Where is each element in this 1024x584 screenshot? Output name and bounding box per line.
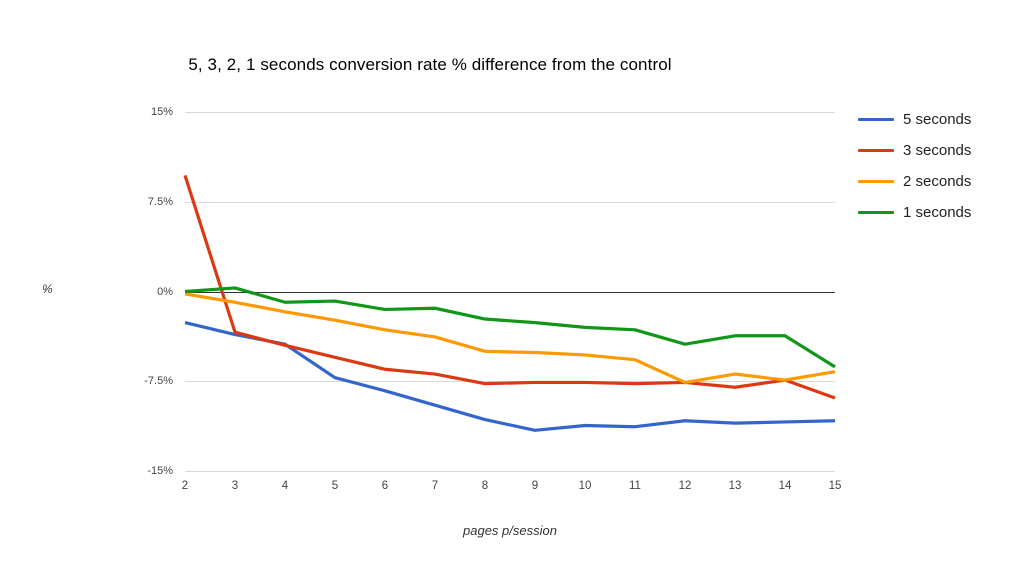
plot-area: 15% 7.5% 0% -7.5% -15% 2 3 4 5 6 7 8 9 10 11 12 13 14 15	[144, 106, 841, 492]
y-axis-tick-label: 0%	[157, 285, 173, 298]
legend-item-label: 1 seconds	[903, 204, 972, 221]
chart-legend: 5 seconds 3 seconds 2 seconds 1 seconds	[858, 104, 1024, 228]
series-line	[184, 321, 836, 432]
y-axis-tick-label: 7.5%	[147, 195, 173, 208]
x-axis-tick-label: 7	[431, 480, 439, 492]
legend-color-swatch-icon	[858, 117, 894, 122]
series-line	[183, 174, 836, 400]
legend-color-swatch-icon	[858, 148, 894, 153]
legend-color-swatch-icon	[858, 210, 894, 215]
x-axis-tick-label: 4	[281, 480, 289, 492]
x-axis-tick-label: 14	[778, 480, 792, 492]
x-axis-tick-label: 5	[331, 480, 339, 492]
legend-item-label: 5 seconds	[903, 111, 972, 128]
x-axis-label: pages p/session	[463, 523, 557, 538]
legend-item[interactable]: 1 seconds	[858, 197, 1024, 228]
chart-title: 5, 3, 2, 1 seconds conversion rate % dif…	[188, 55, 672, 74]
y-axis-tick-label: -15%	[147, 465, 173, 477]
x-axis-tick-label: 9	[531, 480, 539, 492]
x-axis-tick-label: 6	[381, 480, 389, 492]
y-axis-tick-label: 15%	[150, 106, 173, 118]
series-line	[184, 292, 836, 385]
gridline	[185, 471, 835, 472]
x-axis-tick-label: 3	[231, 480, 239, 492]
x-axis-tick-label: 8	[481, 480, 489, 492]
y-axis-label: %	[42, 282, 53, 296]
series-lines	[183, 174, 836, 432]
x-axis-tick-label: 10	[578, 480, 592, 492]
chart-container: 5, 3, 2, 1 seconds conversion rate % dif…	[0, 0, 1024, 584]
x-axis-tick-label: 13	[728, 480, 742, 492]
legend-item[interactable]: 2 seconds	[858, 166, 1024, 197]
x-axis-tick-label: 15	[828, 480, 842, 492]
x-axis-tick-label: 11	[629, 480, 641, 492]
legend-item[interactable]: 3 seconds	[858, 135, 1024, 166]
legend-color-swatch-icon	[858, 179, 894, 184]
x-axis-tick-label: 12	[678, 480, 692, 492]
legend-item-label: 2 seconds	[903, 173, 972, 190]
legend-item[interactable]: 5 seconds	[858, 104, 1024, 135]
legend-item-label: 3 seconds	[903, 142, 972, 159]
x-axis-tick-label: 2	[181, 480, 189, 492]
y-axis-tick-label: -7.5%	[144, 375, 173, 388]
series-line	[184, 286, 836, 369]
